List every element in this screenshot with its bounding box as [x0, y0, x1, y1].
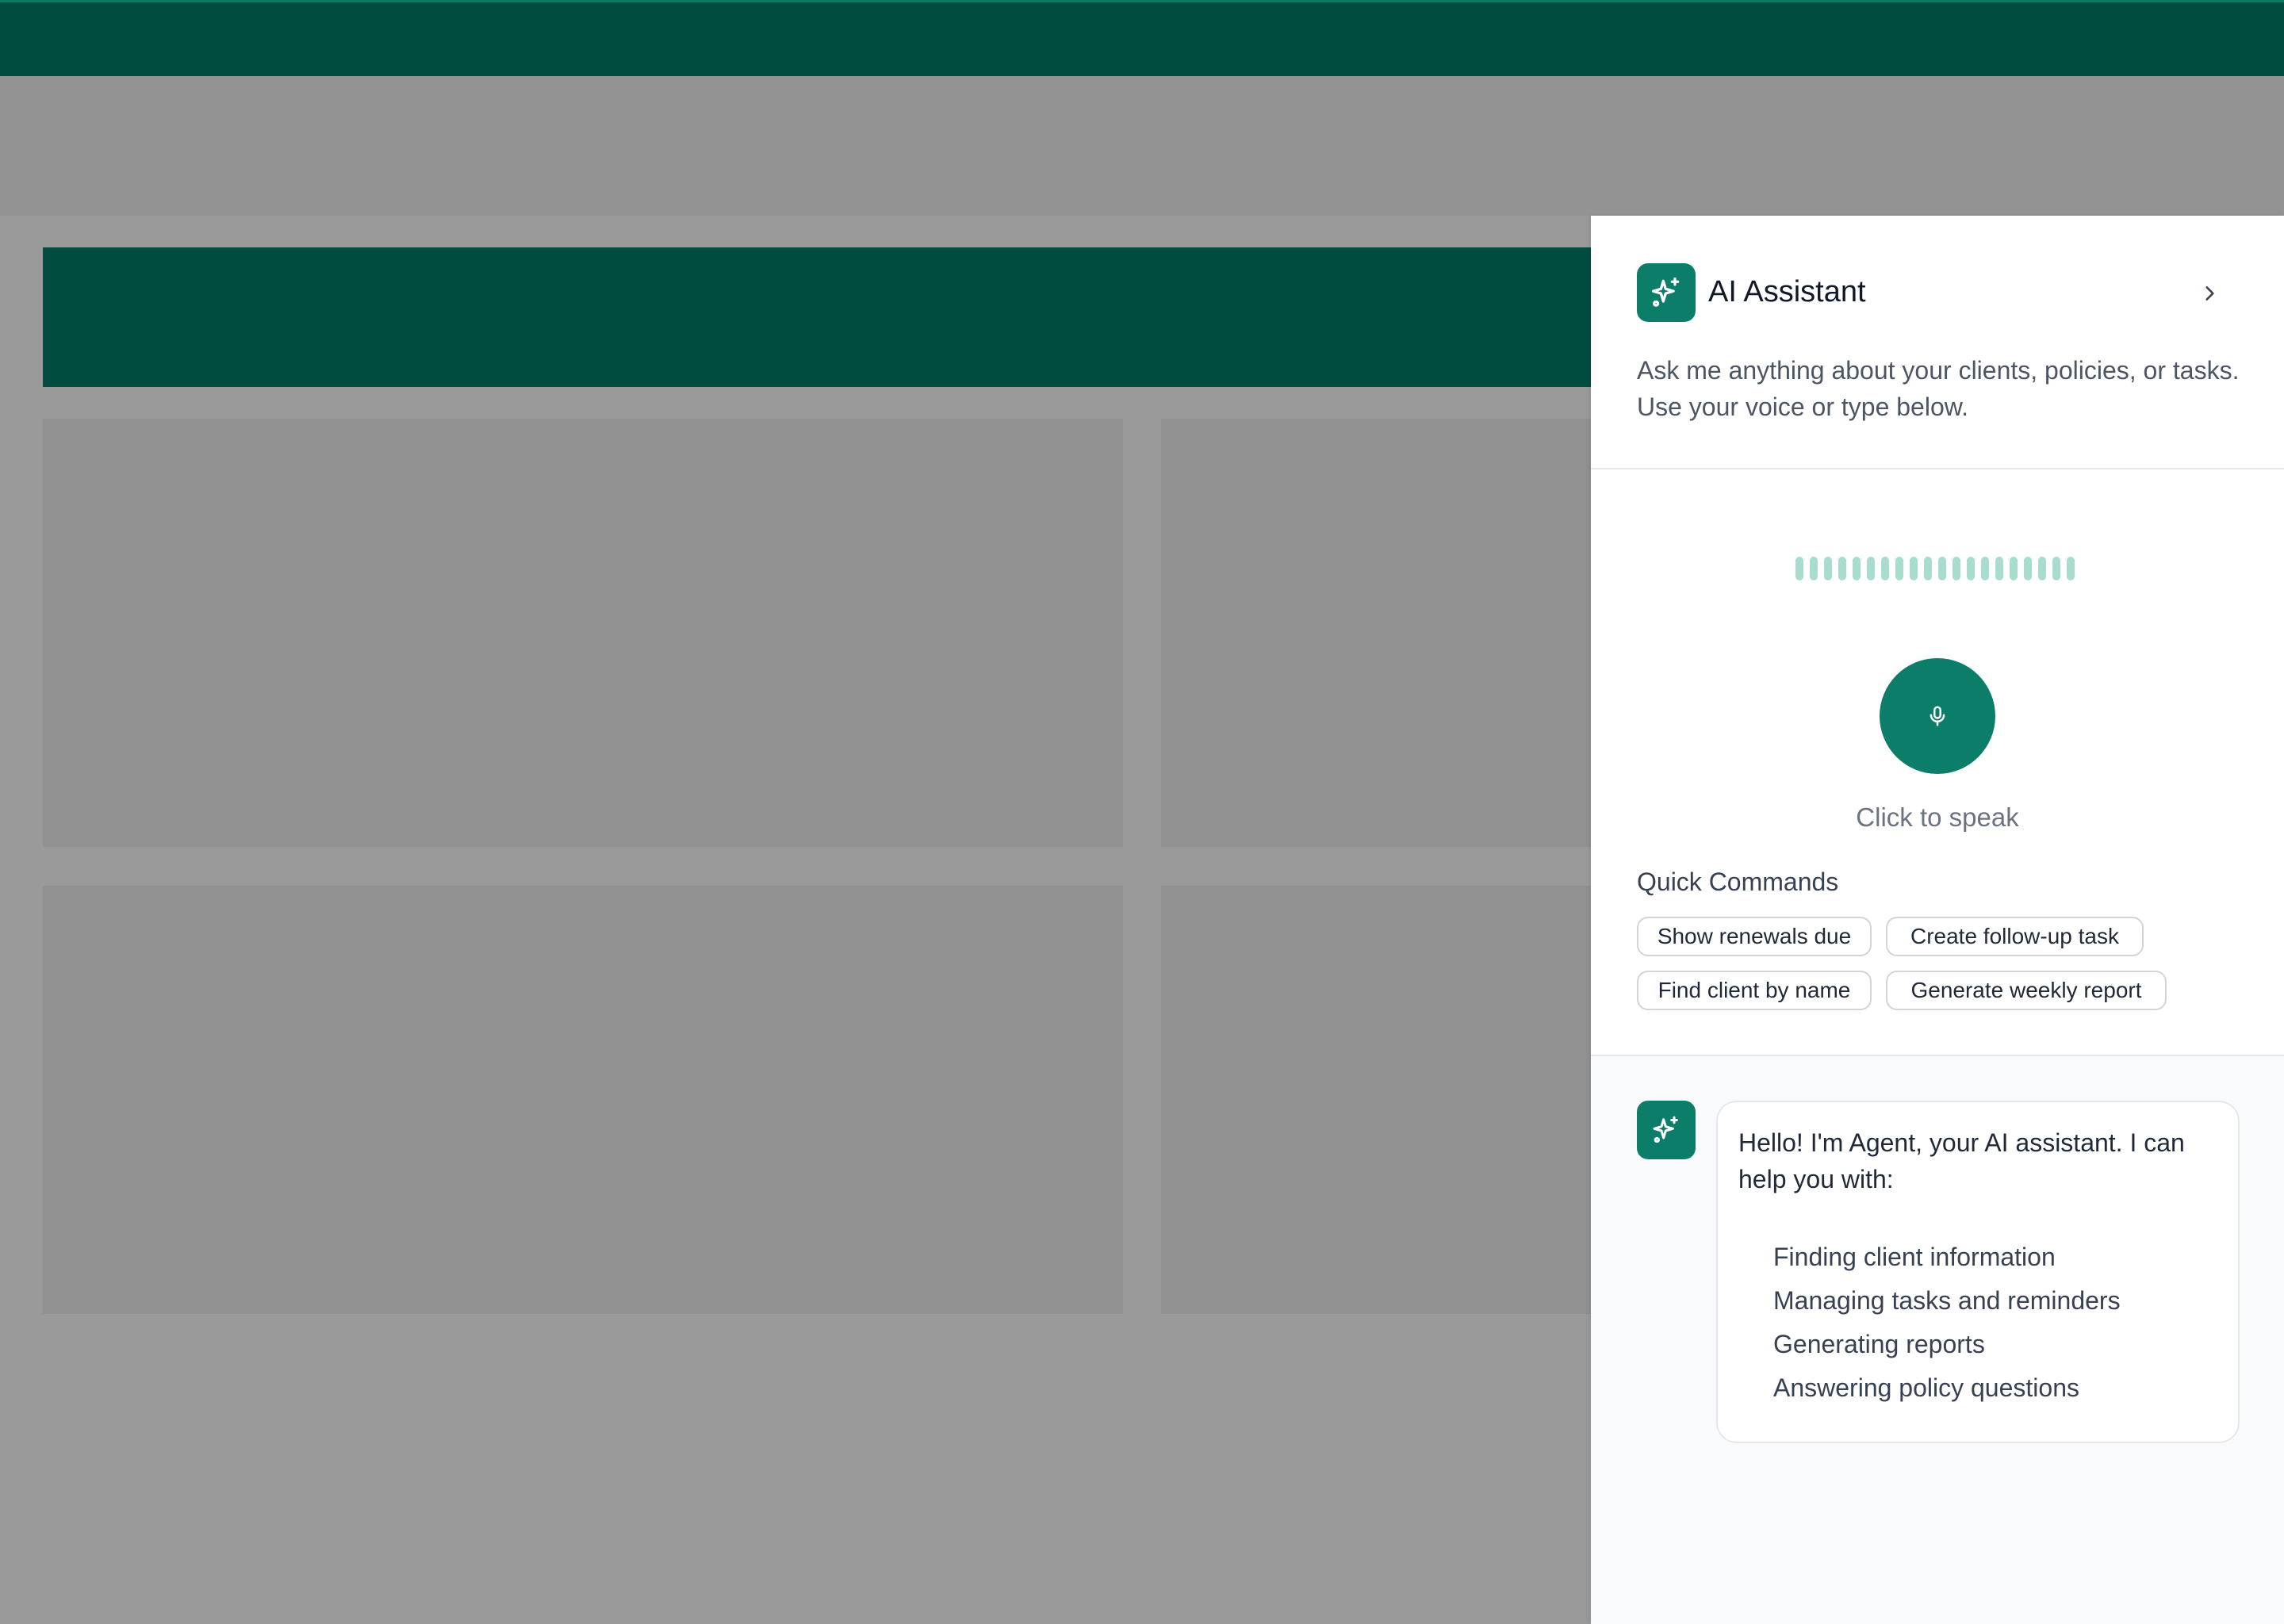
app-top-bar [0, 0, 2284, 76]
waveform-bar [2024, 557, 2032, 580]
message-intro: Hello! I'm Agent, your AI assistant. I c… [1738, 1128, 2185, 1193]
waveform-bar [1895, 557, 1903, 580]
list-item: Generating reports [1773, 1330, 1985, 1358]
waveform-bar [1838, 557, 1846, 580]
capabilities-list: Finding client information Managing task… [1738, 1235, 2217, 1410]
speak-prompt: Click to speak [1856, 802, 2019, 832]
quick-command-find-client[interactable]: Find client by name [1637, 971, 1872, 1010]
ai-assistant-panel: AI Assistant Ask me anything about your … [1591, 216, 2284, 1624]
chat-area: Hello! I'm Agent, your AI assistant. I c… [1591, 1056, 2284, 1624]
waveform-bar [1795, 557, 1803, 580]
waveform-bar [1938, 557, 1946, 580]
waveform-bar [1867, 557, 1875, 580]
microphone-button[interactable] [1880, 658, 1995, 774]
waveform-bar [1810, 557, 1818, 580]
app-sub-header [0, 76, 2284, 216]
list-item: Finding client information [1773, 1243, 2056, 1271]
quick-command-create-task[interactable]: Create follow-up task [1886, 917, 2144, 956]
chevron-right-icon[interactable] [2190, 274, 2228, 312]
waveform-bar [1995, 557, 2003, 580]
quick-command-weekly-report[interactable]: Generate weekly report [1886, 971, 2167, 1010]
assistant-message-bubble: Hello! I'm Agent, your AI assistant. I c… [1716, 1101, 2240, 1443]
voice-waveform [1795, 557, 2075, 584]
quick-commands-title: Quick Commands [1637, 868, 1839, 896]
panel-description: Ask me anything about your clients, poli… [1637, 356, 2240, 421]
page-banner [43, 247, 1661, 387]
waveform-bar [2010, 557, 2018, 580]
panel-header: AI Assistant Ask me anything about your … [1591, 216, 2284, 469]
dashboard-card [43, 886, 1123, 1314]
sparkles-icon [1637, 263, 1696, 322]
sparkles-icon [1637, 1101, 1696, 1159]
waveform-bar [1924, 557, 1932, 580]
voice-input-section: Click to speak Quick Commands Show renew… [1591, 469, 2284, 1056]
quick-command-show-renewals[interactable]: Show renewals due [1637, 917, 1872, 956]
list-item: Answering policy questions [1773, 1373, 2079, 1402]
microphone-icon [1930, 706, 1945, 726]
waveform-bar [1824, 557, 1832, 580]
waveform-bar [1881, 557, 1889, 580]
waveform-bar [2067, 557, 2075, 580]
waveform-bar [1953, 557, 1960, 580]
waveform-bar [2038, 557, 2046, 580]
waveform-bar [2052, 557, 2060, 580]
list-item: Managing tasks and reminders [1773, 1286, 2121, 1315]
waveform-bar [1981, 557, 1989, 580]
panel-title: AI Assistant [1708, 275, 1866, 308]
waveform-bar [1910, 557, 1918, 580]
waveform-bar [1853, 557, 1861, 580]
waveform-bar [1967, 557, 1975, 580]
dashboard-card [43, 419, 1123, 847]
